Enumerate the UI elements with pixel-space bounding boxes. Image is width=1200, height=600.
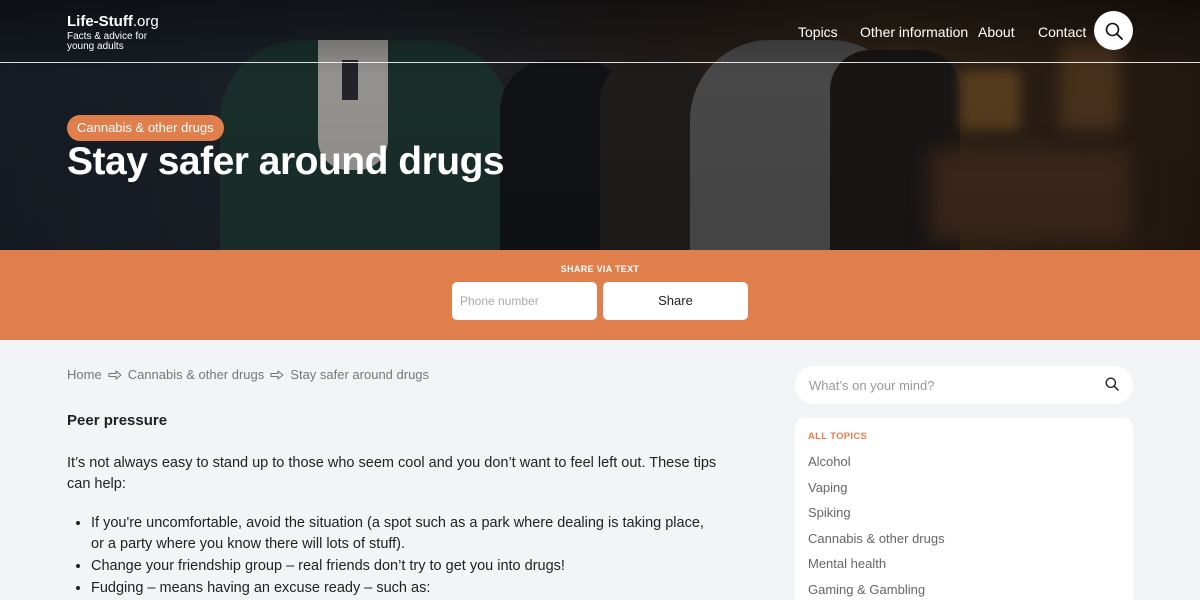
topic-mental-health[interactable]: Mental health [808, 556, 1120, 573]
nav-contact[interactable]: Contact [1038, 24, 1086, 40]
topic-alcohol[interactable]: Alcohol [808, 454, 1120, 471]
breadcrumb-current: Stay safer around drugs [290, 367, 430, 382]
article-paragraph: It’s not always easy to stand up to thos… [67, 455, 717, 492]
hero-banner: Life-Stuff.org Facts & advice for young … [0, 0, 1200, 250]
nav-other-information[interactable]: Other information [860, 24, 968, 40]
logo-tagline: Facts & advice for young adults [67, 31, 148, 52]
right-arrow-icon [270, 369, 284, 380]
share-bar: SHARE VIA TEXT Share [0, 250, 1200, 340]
breadcrumb-home[interactable]: Home [67, 367, 102, 382]
category-badge[interactable]: Cannabis & other drugs [67, 115, 224, 141]
search-icon[interactable] [1105, 377, 1119, 396]
logo-name: Life-Stuff.org [67, 13, 159, 30]
nav-about[interactable]: About [978, 24, 1015, 40]
sidebar-search-input[interactable] [809, 366, 1089, 404]
share-label: SHARE VIA TEXT [560, 264, 640, 274]
topics-heading: ALL TOPICS [808, 431, 868, 442]
share-button[interactable]: Share [603, 282, 748, 320]
list-item: Fudging – means having an excuse ready –… [91, 578, 717, 599]
sidebar-search [795, 366, 1133, 404]
breadcrumb-category[interactable]: Cannabis & other drugs [128, 367, 265, 382]
tips-list: If you're uncomfortable, avoid the situa… [67, 513, 717, 599]
topic-vaping[interactable]: Vaping [808, 480, 1120, 497]
article-body: Peer pressure It’s not always easy to st… [67, 410, 717, 600]
breadcrumb: Home Cannabis & other drugs Stay safer a… [67, 367, 429, 382]
topic-cannabis[interactable]: Cannabis & other drugs [808, 531, 1120, 548]
header-search-button[interactable] [1094, 11, 1133, 50]
section-heading: Peer pressure [67, 412, 168, 429]
page-title: Stay safer around drugs [67, 140, 505, 183]
list-item: If you're uncomfortable, avoid the situa… [91, 513, 717, 555]
topic-gaming-gambling[interactable]: Gaming & Gambling [808, 582, 1120, 599]
right-arrow-icon [108, 369, 122, 380]
nav-topics[interactable]: Topics [798, 24, 838, 40]
search-icon [1105, 22, 1123, 40]
all-topics-panel: ALL TOPICS Alcohol Vaping Spiking Cannab… [795, 418, 1133, 600]
phone-number-input[interactable] [452, 282, 597, 320]
site-logo[interactable]: Life-Stuff.org Facts & advice for young … [67, 13, 159, 52]
list-item: Change your friendship group – real frie… [91, 556, 717, 577]
header-divider [0, 62, 1200, 63]
topic-spiking[interactable]: Spiking [808, 505, 1120, 522]
